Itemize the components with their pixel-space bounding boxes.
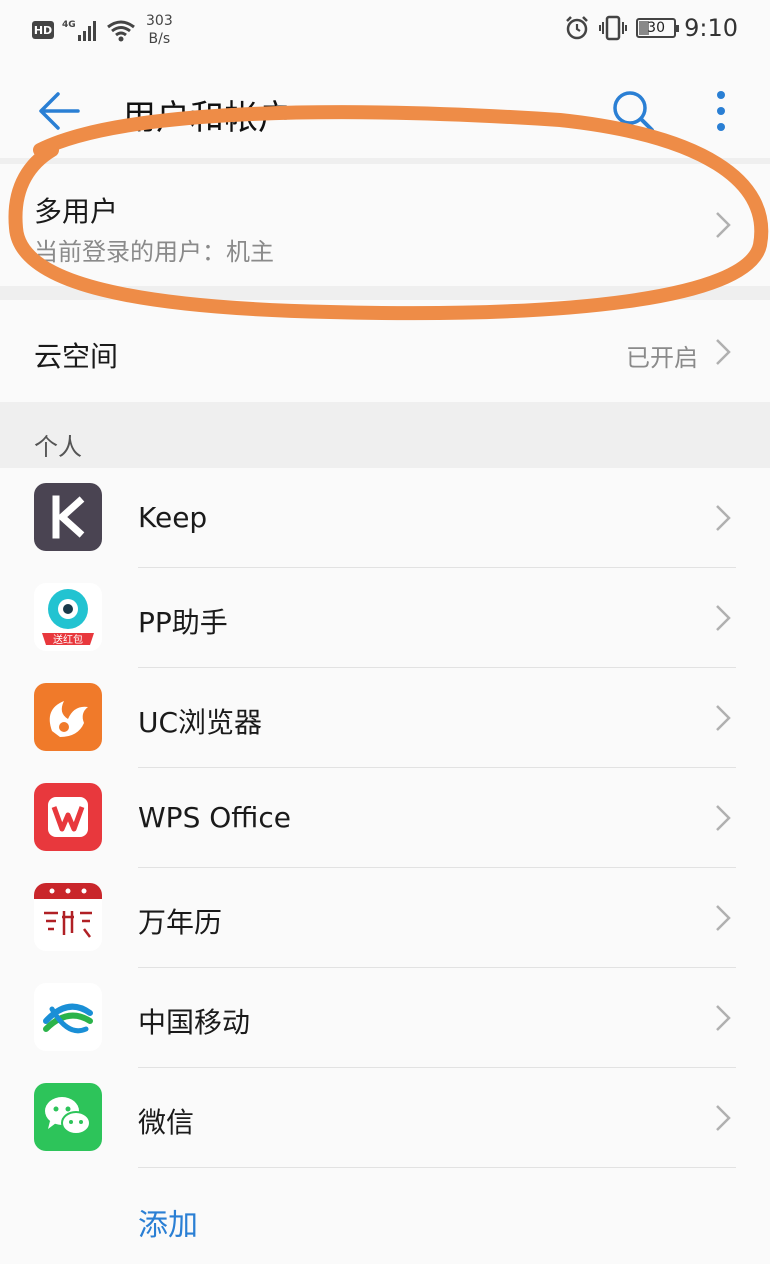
search-button[interactable] <box>610 88 656 134</box>
pp-assistant-icon: 送红包 <box>34 583 102 651</box>
search-icon <box>613 91 654 132</box>
hd-icon: HD <box>32 21 54 39</box>
app-name: WPS Office <box>138 801 291 834</box>
clock: 9:10 <box>684 14 738 42</box>
chevron-right-icon <box>714 210 732 240</box>
status-bar: HD 4G 303 B/s 30 9:10 <box>0 0 770 60</box>
network-speed-unit: B/s <box>148 31 171 47</box>
account-row-calendar[interactable]: 万年历 <box>0 868 770 968</box>
battery-level: 30 <box>647 20 665 36</box>
vibrate-icon <box>599 15 628 41</box>
more-vertical-icon <box>717 91 725 131</box>
add-account-link[interactable]: 添加 <box>138 1200 198 1244</box>
account-row-uc-browser[interactable]: UC浏览器 <box>0 668 770 768</box>
network-speed: 303 B/s <box>146 12 173 48</box>
back-button[interactable] <box>36 88 82 134</box>
chevron-right-icon <box>714 1103 732 1133</box>
wechat-icon <box>34 1083 102 1151</box>
divider-band <box>0 286 770 300</box>
account-row-wps-office[interactable]: WPS Office <box>0 768 770 868</box>
section-header-personal: 个人 <box>34 433 82 461</box>
section-header-band <box>0 402 770 468</box>
chevron-right-icon <box>714 503 732 533</box>
chevron-right-icon <box>714 337 732 367</box>
chevron-right-icon <box>714 903 732 933</box>
app-name: UC浏览器 <box>138 706 263 739</box>
app-bar: 用户和帐户 <box>0 60 770 160</box>
row-divider <box>138 1167 736 1168</box>
battery-icon: 30 <box>636 18 680 38</box>
alarm-icon <box>566 16 588 40</box>
keep-icon <box>34 483 102 551</box>
uc-browser-icon <box>34 683 102 751</box>
status-bar-left: HD 4G 303 B/s <box>32 12 173 48</box>
wifi-icon <box>107 20 135 42</box>
account-row-wechat[interactable]: 微信 <box>0 1068 770 1168</box>
account-row-keep[interactable]: Keep <box>0 468 770 568</box>
chevron-right-icon <box>714 1003 732 1033</box>
network-speed-value: 303 <box>146 13 173 29</box>
network-type-label: 4G <box>62 20 76 30</box>
signal-icon: 4G <box>62 20 96 41</box>
app-name: PP助手 <box>138 606 228 639</box>
status-bar-right: 30 9:10 <box>564 14 738 42</box>
multi-user-title: 多用户 <box>34 195 119 228</box>
chevron-right-icon <box>714 703 732 733</box>
account-row-china-mobile[interactable]: 中国移动 <box>0 968 770 1068</box>
more-options-button[interactable] <box>706 88 736 134</box>
chevron-right-icon <box>714 803 732 833</box>
pp-badge-label: 送红包 <box>53 633 83 646</box>
app-name: 中国移动 <box>138 1006 251 1039</box>
cloud-space-row[interactable]: 云空间 已开启 <box>0 300 770 402</box>
calendar-icon <box>34 883 102 951</box>
app-name: 万年历 <box>138 906 223 939</box>
cloud-space-status: 已开启 <box>626 344 698 372</box>
app-name: 微信 <box>138 1106 195 1139</box>
multi-user-subtitle: 当前登录的用户：机主 <box>34 238 274 266</box>
chevron-right-icon <box>714 603 732 633</box>
page-title: 用户和帐户 <box>122 98 292 138</box>
back-arrow-icon <box>39 92 80 130</box>
account-row-pp-assistant[interactable]: 送红包 PP助手 <box>0 568 770 668</box>
china-mobile-icon <box>34 983 102 1051</box>
multi-user-row[interactable]: 多用户 当前登录的用户：机主 <box>0 164 770 286</box>
app-name: Keep <box>138 501 208 534</box>
wps-office-icon <box>34 783 102 851</box>
cloud-space-title: 云空间 <box>34 340 119 373</box>
